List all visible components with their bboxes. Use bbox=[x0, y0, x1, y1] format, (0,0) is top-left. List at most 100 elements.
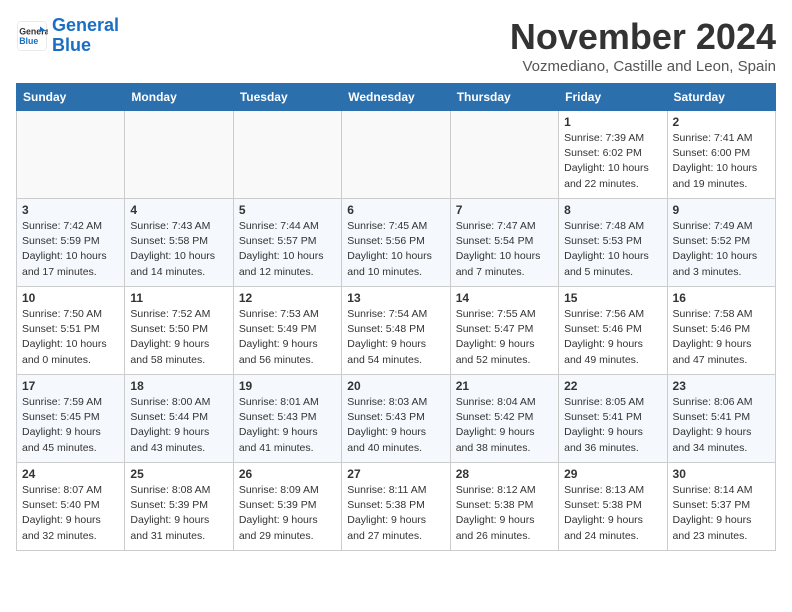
day-cell: 15Sunrise: 7:56 AM Sunset: 5:46 PM Dayli… bbox=[559, 287, 667, 375]
day-info: Sunrise: 8:14 AM Sunset: 5:37 PM Dayligh… bbox=[673, 483, 770, 544]
day-info: Sunrise: 8:06 AM Sunset: 5:41 PM Dayligh… bbox=[673, 395, 770, 456]
day-cell: 21 Sunrise: 8:04 AM Sunset: 5:42 PM Dayli… bbox=[450, 375, 558, 463]
logo-line1: General bbox=[52, 15, 119, 35]
day-number: 16 bbox=[673, 291, 770, 305]
week-row-3: 10Sunrise: 7:50 AM Sunset: 5:51 PM Dayli… bbox=[17, 287, 776, 375]
weekday-tuesday: Tuesday bbox=[233, 84, 341, 111]
day-cell: 23 Sunrise: 8:06 AM Sunset: 5:41 PM Dayli… bbox=[667, 375, 775, 463]
day-number: 6 bbox=[347, 203, 444, 217]
day-info: Sunrise: 8:12 AM Sunset: 5:38 PM Dayligh… bbox=[456, 483, 553, 544]
day-info: Sunrise: 8:09 AM Sunset: 5:39 PM Dayligh… bbox=[239, 483, 336, 544]
calendar: SundayMondayTuesdayWednesdayThursdayFrid… bbox=[16, 83, 776, 551]
title-area: November 2024 Vozmediano, Castille and L… bbox=[510, 16, 776, 75]
day-number: 3 bbox=[22, 203, 119, 217]
day-number: 2 bbox=[673, 115, 770, 129]
day-cell: 16 Sunrise: 7:58 AM Sunset: 5:46 PM Dayli… bbox=[667, 287, 775, 375]
day-number: 7 bbox=[456, 203, 553, 217]
weekday-monday: Monday bbox=[125, 84, 233, 111]
day-info: Sunrise: 7:58 AM Sunset: 5:46 PM Dayligh… bbox=[673, 307, 770, 368]
day-number: 13 bbox=[347, 291, 444, 305]
day-cell: 2 Sunrise: 7:41 AM Sunset: 6:00 PM Daylig… bbox=[667, 111, 775, 199]
day-number: 27 bbox=[347, 467, 444, 481]
day-number: 18 bbox=[130, 379, 227, 393]
day-number: 28 bbox=[456, 467, 553, 481]
day-info: Sunrise: 8:13 AM Sunset: 5:38 PM Dayligh… bbox=[564, 483, 661, 544]
day-info: Sunrise: 8:08 AM Sunset: 5:39 PM Dayligh… bbox=[130, 483, 227, 544]
day-cell: 30 Sunrise: 8:14 AM Sunset: 5:37 PM Dayli… bbox=[667, 463, 775, 551]
day-number: 20 bbox=[347, 379, 444, 393]
day-cell: 19 Sunrise: 8:01 AM Sunset: 5:43 PM Dayli… bbox=[233, 375, 341, 463]
svg-text:General: General bbox=[19, 26, 48, 36]
weekday-thursday: Thursday bbox=[450, 84, 558, 111]
day-info: Sunrise: 7:49 AM Sunset: 5:52 PM Dayligh… bbox=[673, 219, 770, 280]
day-cell: 10Sunrise: 7:50 AM Sunset: 5:51 PM Dayli… bbox=[17, 287, 125, 375]
day-cell: 18Sunrise: 8:00 AM Sunset: 5:44 PM Dayli… bbox=[125, 375, 233, 463]
day-info: Sunrise: 7:47 AM Sunset: 5:54 PM Dayligh… bbox=[456, 219, 553, 280]
logo-icon: General Blue bbox=[16, 20, 48, 52]
day-number: 25 bbox=[130, 467, 227, 481]
day-info: Sunrise: 7:53 AM Sunset: 5:49 PM Dayligh… bbox=[239, 307, 336, 368]
month-title: November 2024 bbox=[510, 16, 776, 58]
day-cell bbox=[17, 111, 125, 199]
day-info: Sunrise: 7:42 AM Sunset: 5:59 PM Dayligh… bbox=[22, 219, 119, 280]
day-cell: 9 Sunrise: 7:49 AM Sunset: 5:52 PM Daylig… bbox=[667, 199, 775, 287]
week-row-1: 1Sunrise: 7:39 AM Sunset: 6:02 PM Daylig… bbox=[17, 111, 776, 199]
day-cell: 20Sunrise: 8:03 AM Sunset: 5:43 PM Dayli… bbox=[342, 375, 450, 463]
day-number: 8 bbox=[564, 203, 661, 217]
day-cell: 8Sunrise: 7:48 AM Sunset: 5:53 PM Daylig… bbox=[559, 199, 667, 287]
day-cell: 4 Sunrise: 7:43 AM Sunset: 5:58 PM Daylig… bbox=[125, 199, 233, 287]
logo-text: General Blue bbox=[52, 16, 119, 56]
weekday-sunday: Sunday bbox=[17, 84, 125, 111]
day-number: 17 bbox=[22, 379, 119, 393]
day-info: Sunrise: 7:55 AM Sunset: 5:47 PM Dayligh… bbox=[456, 307, 553, 368]
day-number: 29 bbox=[564, 467, 661, 481]
logo-line2: Blue bbox=[52, 35, 91, 55]
day-cell bbox=[342, 111, 450, 199]
day-info: Sunrise: 8:11 AM Sunset: 5:38 PM Dayligh… bbox=[347, 483, 444, 544]
day-cell: 29 Sunrise: 8:13 AM Sunset: 5:38 PM Dayli… bbox=[559, 463, 667, 551]
weekday-header-row: SundayMondayTuesdayWednesdayThursdayFrid… bbox=[17, 84, 776, 111]
day-info: Sunrise: 7:39 AM Sunset: 6:02 PM Dayligh… bbox=[564, 131, 661, 192]
day-cell: 7 Sunrise: 7:47 AM Sunset: 5:54 PM Daylig… bbox=[450, 199, 558, 287]
day-info: Sunrise: 7:50 AM Sunset: 5:51 PM Dayligh… bbox=[22, 307, 119, 368]
day-cell: 17Sunrise: 7:59 AM Sunset: 5:45 PM Dayli… bbox=[17, 375, 125, 463]
day-cell: 14Sunrise: 7:55 AM Sunset: 5:47 PM Dayli… bbox=[450, 287, 558, 375]
day-info: Sunrise: 7:54 AM Sunset: 5:48 PM Dayligh… bbox=[347, 307, 444, 368]
location-title: Vozmediano, Castille and Leon, Spain bbox=[510, 58, 776, 75]
week-row-2: 3 Sunrise: 7:42 AM Sunset: 5:59 PM Daylig… bbox=[17, 199, 776, 287]
day-info: Sunrise: 8:04 AM Sunset: 5:42 PM Dayligh… bbox=[456, 395, 553, 456]
day-cell: 28 Sunrise: 8:12 AM Sunset: 5:38 PM Dayli… bbox=[450, 463, 558, 551]
day-number: 23 bbox=[673, 379, 770, 393]
day-number: 30 bbox=[673, 467, 770, 481]
header: General Blue General Blue November 2024 … bbox=[16, 16, 776, 75]
day-info: Sunrise: 7:52 AM Sunset: 5:50 PM Dayligh… bbox=[130, 307, 227, 368]
day-cell: 25 Sunrise: 8:08 AM Sunset: 5:39 PM Dayli… bbox=[125, 463, 233, 551]
day-cell: 11 Sunrise: 7:52 AM Sunset: 5:50 PM Dayli… bbox=[125, 287, 233, 375]
day-number: 9 bbox=[673, 203, 770, 217]
day-number: 22 bbox=[564, 379, 661, 393]
day-info: Sunrise: 7:45 AM Sunset: 5:56 PM Dayligh… bbox=[347, 219, 444, 280]
day-number: 19 bbox=[239, 379, 336, 393]
logo: General Blue General Blue bbox=[16, 16, 119, 56]
day-number: 15 bbox=[564, 291, 661, 305]
calendar-body: 1Sunrise: 7:39 AM Sunset: 6:02 PM Daylig… bbox=[17, 111, 776, 551]
day-info: Sunrise: 7:43 AM Sunset: 5:58 PM Dayligh… bbox=[130, 219, 227, 280]
day-number: 26 bbox=[239, 467, 336, 481]
day-number: 4 bbox=[130, 203, 227, 217]
day-cell: 6 Sunrise: 7:45 AM Sunset: 5:56 PM Daylig… bbox=[342, 199, 450, 287]
day-cell: 13 Sunrise: 7:54 AM Sunset: 5:48 PM Dayli… bbox=[342, 287, 450, 375]
day-cell: 3 Sunrise: 7:42 AM Sunset: 5:59 PM Daylig… bbox=[17, 199, 125, 287]
day-number: 11 bbox=[130, 291, 227, 305]
day-cell bbox=[125, 111, 233, 199]
weekday-wednesday: Wednesday bbox=[342, 84, 450, 111]
day-cell: 24Sunrise: 8:07 AM Sunset: 5:40 PM Dayli… bbox=[17, 463, 125, 551]
day-info: Sunrise: 7:41 AM Sunset: 6:00 PM Dayligh… bbox=[673, 131, 770, 192]
weekday-saturday: Saturday bbox=[667, 84, 775, 111]
day-cell: 26 Sunrise: 8:09 AM Sunset: 5:39 PM Dayli… bbox=[233, 463, 341, 551]
day-number: 5 bbox=[239, 203, 336, 217]
day-number: 21 bbox=[456, 379, 553, 393]
day-info: Sunrise: 8:01 AM Sunset: 5:43 PM Dayligh… bbox=[239, 395, 336, 456]
week-row-4: 17Sunrise: 7:59 AM Sunset: 5:45 PM Dayli… bbox=[17, 375, 776, 463]
day-info: Sunrise: 8:07 AM Sunset: 5:40 PM Dayligh… bbox=[22, 483, 119, 544]
day-cell: 12Sunrise: 7:53 AM Sunset: 5:49 PM Dayli… bbox=[233, 287, 341, 375]
